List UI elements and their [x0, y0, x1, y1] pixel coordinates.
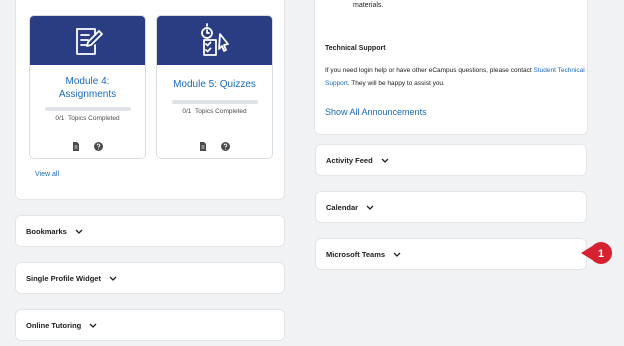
module-banner: [30, 16, 145, 65]
module-title[interactable]: Module 5: Quizzes: [157, 78, 272, 91]
chevron-down-icon[interactable]: [75, 229, 83, 234]
progress-bar: [44, 107, 131, 111]
module-title[interactable]: Module 4: Assignments: [30, 75, 145, 101]
module-title-line[interactable]: Assignments: [59, 89, 116, 100]
progress-text: 0/1 Topics Completed: [157, 108, 272, 115]
progress-count: 0/1: [182, 108, 192, 115]
callout-marker: 1: [581, 242, 612, 264]
document-icon[interactable]: [199, 142, 207, 151]
announcements-panel: materials. Technical Support If you need…: [314, 0, 588, 135]
card-actions: [30, 142, 145, 151]
bookmarks-widget[interactable]: Bookmarks: [15, 215, 285, 247]
online-tutoring-widget[interactable]: Online Tutoring: [15, 309, 285, 341]
progress-text: 0/1 Topics Completed: [30, 115, 145, 122]
technical-support-text: If you need login help or have other eCa…: [325, 65, 585, 90]
widget-label: Single Profile Widget: [26, 273, 101, 283]
single-profile-widget[interactable]: Single Profile Widget: [15, 262, 285, 294]
widget-label: Online Tutoring: [26, 320, 82, 330]
progress-count: 0/1: [55, 115, 65, 122]
technical-support-heading: Technical Support: [325, 45, 386, 52]
module-card-quizzes[interactable]: Module 5: Quizzes 0/1 Topics Completed: [156, 15, 273, 159]
microsoft-teams-widget[interactable]: Microsoft Teams: [315, 238, 587, 270]
support-text: If you need login help or have other eCa…: [325, 67, 532, 74]
calendar-widget[interactable]: Calendar: [315, 191, 587, 223]
assignment-icon: [75, 27, 103, 55]
card-actions: [157, 142, 272, 151]
help-icon[interactable]: [221, 142, 230, 151]
help-icon[interactable]: [94, 142, 103, 151]
widget-label: Calendar: [326, 202, 359, 212]
quiz-icon: [200, 22, 229, 56]
progress-label: Topics Completed: [194, 108, 247, 115]
progress-bar: [171, 100, 258, 104]
module-title-line[interactable]: Module 4:: [66, 76, 110, 87]
chevron-down-icon[interactable]: [89, 323, 97, 328]
widget-label: Microsoft Teams: [326, 249, 386, 259]
chevron-down-icon[interactable]: [393, 252, 401, 257]
support-text: . They will be happy to assist you.: [347, 79, 445, 87]
document-icon[interactable]: [72, 142, 80, 151]
module-card-assignments[interactable]: Module 4: Assignments 0/1 Topics Complet…: [29, 15, 146, 159]
chevron-down-icon[interactable]: [366, 205, 374, 210]
widget-label: Activity Feed: [326, 155, 373, 165]
activity-feed-widget[interactable]: Activity Feed: [315, 144, 587, 176]
show-all-announcements-link[interactable]: Show All Announcements: [325, 107, 427, 117]
view-all-link[interactable]: View all: [35, 171, 59, 178]
callout-number: 1: [598, 248, 604, 260]
chevron-down-icon[interactable]: [109, 276, 117, 281]
announcement-text: materials.: [353, 2, 384, 9]
progress-label: Topics Completed: [67, 115, 120, 122]
module-title-line[interactable]: Module 5: Quizzes: [173, 79, 256, 90]
widget-label: Bookmarks: [26, 226, 67, 236]
module-banner: [157, 16, 272, 65]
content-panel: Module 4: Assignments 0/1 Topics Complet…: [15, 0, 285, 200]
chevron-down-icon[interactable]: [381, 158, 389, 163]
